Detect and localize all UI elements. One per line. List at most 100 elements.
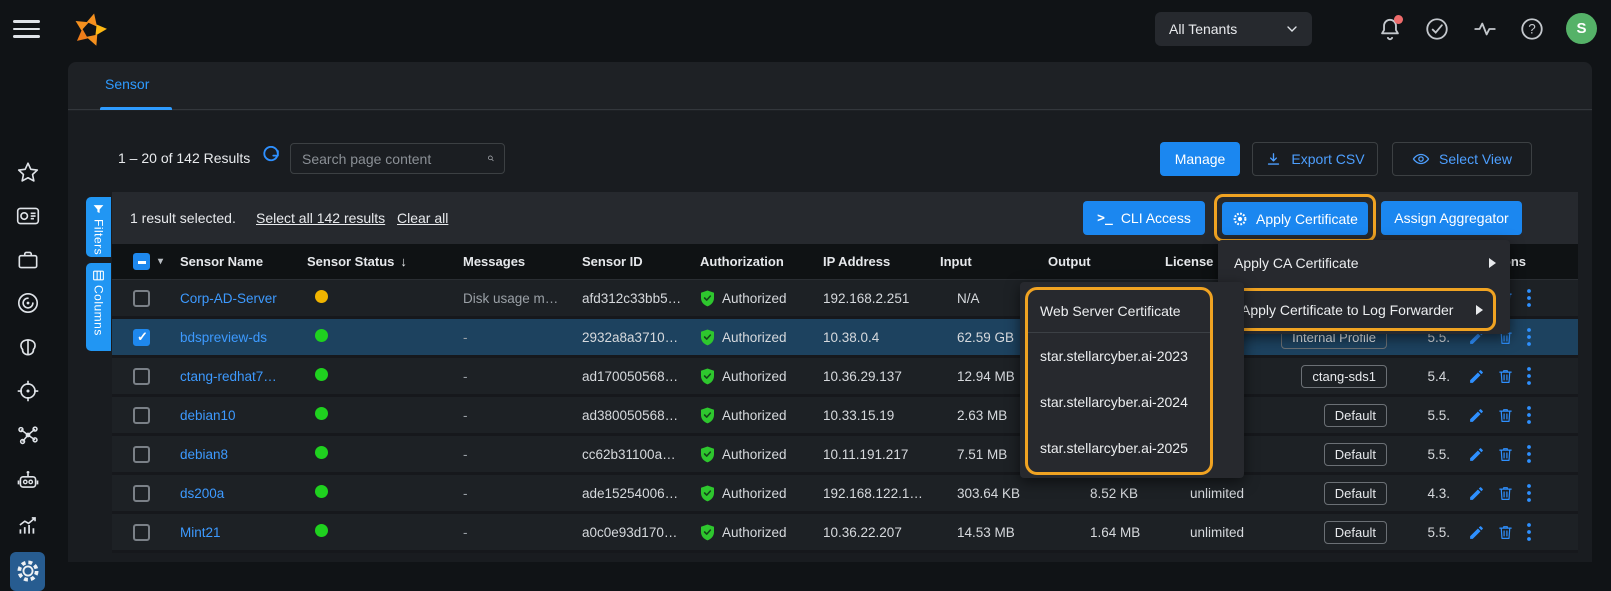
apply-certificate-button[interactable]: Apply Certificate (1222, 202, 1368, 235)
col-header-output[interactable]: Output (1048, 254, 1165, 269)
row-checkbox[interactable] (133, 407, 150, 424)
select-view-button[interactable]: Select View (1392, 142, 1532, 176)
sensor-name-link[interactable]: bdspreview-ds (180, 330, 267, 345)
tab-sensor[interactable]: Sensor (105, 76, 149, 92)
delete-trash-icon[interactable] (1497, 484, 1514, 502)
delete-trash-icon[interactable] (1497, 523, 1514, 541)
row-checkbox[interactable] (133, 446, 150, 463)
notifications-bell-icon[interactable] (1377, 16, 1403, 42)
delete-trash-icon[interactable] (1497, 406, 1514, 424)
automation-robot-icon[interactable] (15, 467, 41, 493)
more-options-icon[interactable] (1526, 444, 1532, 464)
sensor-name-link[interactable]: Mint21 (180, 525, 221, 540)
col-header-input[interactable]: Input (940, 254, 1048, 269)
row-checkbox[interactable] (133, 524, 150, 541)
table-row[interactable]: debian10 - ad380050568… Authorized 10.33… (112, 397, 1578, 436)
cases-briefcase-icon[interactable] (15, 247, 41, 273)
more-options-icon[interactable] (1526, 522, 1532, 542)
selected-count-text: 1 result selected. (130, 210, 236, 226)
col-header-ip-address[interactable]: IP Address (823, 254, 940, 269)
assign-aggregator-button[interactable]: Assign Aggregator (1381, 201, 1522, 235)
menu-item-apply-ca-certificate[interactable]: Apply CA Certificate (1218, 240, 1510, 286)
ip-cell: 10.36.22.207 (823, 525, 940, 540)
refresh-icon[interactable] (260, 146, 282, 168)
reports-chart-icon[interactable] (15, 512, 41, 538)
search-input[interactable] (291, 151, 487, 167)
more-options-icon[interactable] (1526, 288, 1532, 308)
row-checkbox[interactable] (133, 329, 150, 346)
tenant-selector[interactable]: All Tenants (1155, 12, 1312, 46)
col-header-sensor-name[interactable]: Sensor Name (180, 254, 307, 269)
select-all-link[interactable]: Select all 142 results (256, 210, 385, 226)
ai-brain-icon[interactable] (15, 335, 41, 361)
shield-authorized-icon (700, 446, 715, 463)
system-health-pulse-icon[interactable] (1472, 16, 1498, 42)
chevron-down-icon (1284, 21, 1300, 37)
hunt-crosshair-icon[interactable] (15, 378, 41, 404)
terminal-icon: >_ (1097, 211, 1113, 226)
certificate-seal-icon (1232, 211, 1248, 227)
clear-all-link[interactable]: Clear all (397, 210, 448, 226)
col-header-sensor-id[interactable]: Sensor ID (582, 254, 700, 269)
edit-pencil-icon[interactable] (1468, 524, 1485, 541)
columns-side-tab[interactable]: Columns (86, 263, 111, 351)
submenu-item-web-server-certificate[interactable]: Web Server Certificate (1028, 290, 1210, 333)
user-avatar[interactable]: S (1566, 13, 1597, 44)
sensor-name-link[interactable]: debian8 (180, 447, 228, 462)
col-header-messages[interactable]: Messages (463, 254, 582, 269)
menu-item-apply-certificate-log-forwarder[interactable]: Apply Certificate to Log Forwarder (1226, 288, 1496, 331)
submenu-item-cert-2025[interactable]: star.stellarcyber.ai-2025 (1028, 425, 1210, 471)
more-options-icon[interactable] (1526, 405, 1532, 425)
more-options-icon[interactable] (1526, 366, 1532, 386)
manage-button[interactable]: Manage (1160, 142, 1240, 176)
delete-trash-icon[interactable] (1497, 445, 1514, 463)
row-checkbox[interactable] (133, 368, 150, 385)
cli-access-button[interactable]: >_ CLI Access (1083, 201, 1205, 235)
version-cell: 5.4. (1395, 369, 1460, 384)
dashboards-icon[interactable] (15, 203, 41, 229)
export-csv-button[interactable]: Export CSV (1252, 142, 1378, 176)
shield-authorized-icon (700, 368, 715, 385)
row-checkbox[interactable] (133, 485, 150, 502)
col-header-sensor-status[interactable]: Sensor Status↓ (307, 254, 463, 269)
table-row[interactable]: debian8 - cc62b31100a… Authorized 10.11.… (112, 436, 1578, 475)
menu-hamburger-icon[interactable] (13, 20, 40, 38)
more-options-icon[interactable] (1526, 483, 1532, 503)
sensor-name-link[interactable]: debian10 (180, 408, 236, 423)
authorization-cell: Authorized (700, 446, 823, 463)
ip-cell: 192.168.122.1… (823, 486, 940, 501)
detections-radar-icon[interactable] (15, 290, 41, 316)
sensor-name-link[interactable]: Corp-AD-Server (180, 291, 277, 306)
edit-pencil-icon[interactable] (1468, 368, 1485, 385)
table-row[interactable]: Mint21 - a0c0e93d170… Authorized 10.36.2… (112, 514, 1578, 553)
delete-trash-icon[interactable] (1497, 367, 1514, 385)
output-cell: 1.64 MB (1048, 525, 1165, 540)
table-row[interactable]: ctang-redhat7… - ad170050568… Authorized… (112, 358, 1578, 397)
search-icon[interactable] (487, 149, 495, 168)
connections-graph-icon[interactable] (15, 422, 41, 448)
submenu-item-cert-2023[interactable]: star.stellarcyber.ai-2023 (1028, 333, 1210, 379)
edit-pencil-icon[interactable] (1468, 407, 1485, 424)
license-cell: unlimited (1165, 486, 1258, 501)
row-checkbox[interactable] (133, 290, 150, 307)
shield-authorized-icon (700, 407, 715, 424)
sensor-name-link[interactable]: ctang-redhat7… (180, 369, 277, 384)
table-row[interactable]: ds200a - ade15254006… Authorized 192.168… (112, 475, 1578, 514)
profile-badge: Default (1324, 443, 1387, 466)
submenu-item-cert-2024[interactable]: star.stellarcyber.ai-2024 (1028, 379, 1210, 425)
certificate-submenu: Web Server Certificate star.stellarcyber… (1020, 282, 1244, 478)
favorites-star-icon[interactable] (15, 160, 41, 186)
sensor-name-link[interactable]: ds200a (180, 486, 224, 501)
filters-side-tab[interactable]: Filters (86, 197, 111, 257)
more-options-icon[interactable] (1526, 327, 1532, 347)
edit-pencil-icon[interactable] (1468, 446, 1485, 463)
select-all-checkbox[interactable] (133, 253, 150, 270)
edit-pencil-icon[interactable] (1468, 485, 1485, 502)
columns-icon (92, 269, 105, 282)
stellar-cyber-logo (68, 7, 112, 56)
tasks-check-icon[interactable] (1424, 16, 1450, 42)
help-icon[interactable]: ? (1519, 16, 1545, 42)
filter-funnel-icon (92, 203, 105, 216)
col-header-authorization[interactable]: Authorization (700, 254, 823, 269)
select-menu-caret-icon[interactable]: ▾ (158, 256, 163, 267)
